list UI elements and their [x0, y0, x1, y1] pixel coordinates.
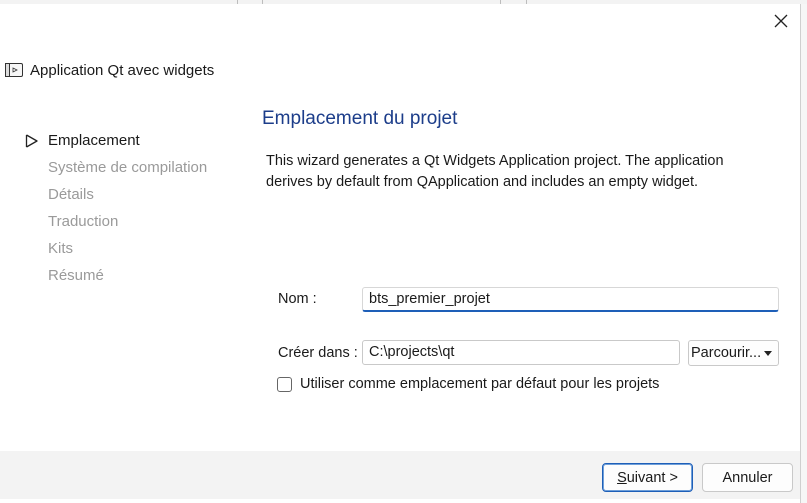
- wizard-title: Application Qt avec widgets: [30, 61, 215, 79]
- default-location-label: Utiliser comme emplacement par défaut po…: [300, 376, 660, 392]
- qt-app-window-icon: [5, 63, 23, 77]
- default-location-option[interactable]: Utiliser comme emplacement par défaut po…: [277, 376, 659, 392]
- step-label: Résumé: [48, 267, 104, 284]
- step-systeme-compilation: Système de compilation: [25, 154, 207, 181]
- project-name-input[interactable]: bts_premier_projet: [362, 287, 779, 312]
- step-label: Traduction: [48, 213, 119, 230]
- next-button[interactable]: Suivant >: [602, 463, 693, 492]
- name-label: Nom :: [278, 291, 317, 307]
- page-title: Emplacement du projet: [262, 108, 458, 129]
- browse-button-label: Parcourir...: [691, 345, 762, 361]
- step-kits: Kits: [25, 235, 207, 262]
- step-label: Kits: [48, 240, 74, 257]
- step-traduction: Traduction: [25, 208, 207, 235]
- current-step-arrow-icon: [25, 133, 38, 148]
- step-label: Détails: [48, 186, 94, 203]
- step-resume: Résumé: [25, 262, 207, 289]
- next-button-accelerator: S: [617, 469, 627, 486]
- step-label: Emplacement: [48, 132, 140, 149]
- background-window-edge: [801, 4, 807, 503]
- next-button-label: uivant >: [626, 469, 678, 486]
- cancel-button[interactable]: Annuler: [702, 463, 793, 492]
- create-in-path-input[interactable]: C:\projects\qt: [362, 340, 680, 365]
- page-description: This wizard generates a Qt Widgets Appli…: [266, 153, 724, 190]
- step-emplacement: Emplacement: [25, 127, 207, 154]
- step-details: Détails: [25, 181, 207, 208]
- wizard-title-row: Application Qt avec widgets: [5, 58, 214, 82]
- dropdown-caret-icon: [764, 350, 772, 356]
- wizard-steps: Emplacement Système de compilation Détai…: [25, 127, 207, 289]
- cancel-button-label: Annuler: [722, 469, 773, 486]
- close-icon: [774, 14, 788, 28]
- browse-button[interactable]: Parcourir...: [688, 340, 779, 366]
- default-location-checkbox[interactable]: [277, 376, 292, 392]
- step-label: Système de compilation: [48, 159, 208, 176]
- close-button[interactable]: [766, 6, 796, 36]
- create-in-label: Créer dans :: [278, 345, 358, 361]
